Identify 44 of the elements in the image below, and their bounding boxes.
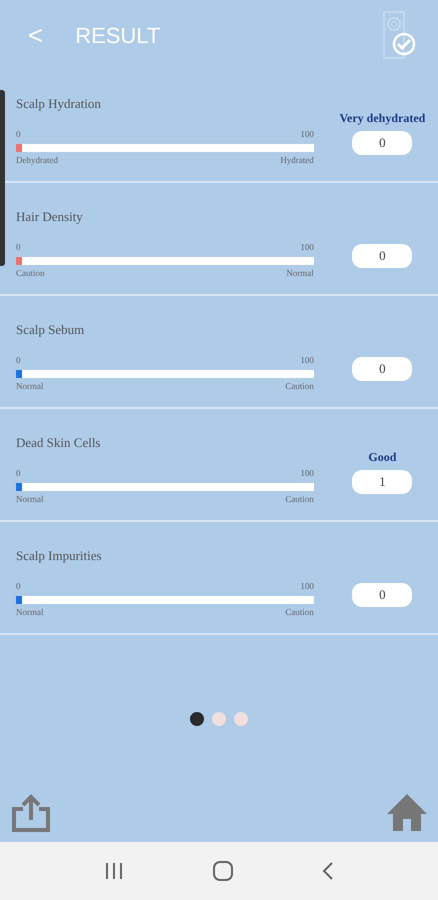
page-title: RESULT <box>75 22 160 50</box>
metric-name: Dead Skin Cells <box>16 434 100 452</box>
scale-min: 0 <box>16 128 20 141</box>
high-label: Caution <box>285 492 314 506</box>
score-value: 0 <box>352 583 412 607</box>
score-value: 0 <box>352 357 412 381</box>
metric-name: Scalp Hydration <box>16 95 101 113</box>
scale-min: 0 <box>16 580 20 593</box>
scale-max: 100 <box>300 241 314 254</box>
scale-max: 100 <box>300 354 314 367</box>
share-icon[interactable] <box>10 792 50 832</box>
scale-max: 100 <box>300 128 314 141</box>
scale-min: 0 <box>16 354 20 367</box>
low-label: Dehydrated <box>16 154 58 167</box>
low-label: Caution <box>16 266 44 280</box>
back-nav-icon[interactable] <box>322 862 334 880</box>
home-nav-icon[interactable] <box>212 860 234 882</box>
high-label: Caution <box>285 606 314 618</box>
metric-name: Scalp Sebum <box>16 321 84 339</box>
metric-name: Hair Density <box>16 208 83 226</box>
device-check-icon[interactable] <box>382 10 418 60</box>
page-dot[interactable] <box>234 712 248 726</box>
scale-max: 100 <box>300 467 314 480</box>
recent-apps-icon[interactable] <box>104 863 124 879</box>
scale-max: 100 <box>300 580 314 593</box>
score-value: 0 <box>352 131 412 155</box>
scale-min: 0 <box>16 467 20 480</box>
score-value: 1 <box>352 470 412 494</box>
back-button[interactable]: < <box>24 22 48 48</box>
home-icon[interactable] <box>386 792 428 832</box>
high-label: Hydrated <box>280 154 314 167</box>
scale-min: 0 <box>16 241 20 254</box>
score-value: 0 <box>352 244 412 268</box>
high-label: Normal <box>286 266 314 280</box>
status-label: Very dehydrated <box>339 110 426 127</box>
low-label: Normal <box>16 606 44 618</box>
high-label: Caution <box>285 380 314 392</box>
edge-handle[interactable] <box>0 90 5 266</box>
low-label: Normal <box>16 492 44 506</box>
low-label: Normal <box>16 380 44 392</box>
metric-name: Scalp Impurities <box>16 547 102 565</box>
page-dot[interactable] <box>212 712 226 726</box>
page-dot[interactable] <box>190 712 204 726</box>
status-label: Good <box>368 449 396 466</box>
